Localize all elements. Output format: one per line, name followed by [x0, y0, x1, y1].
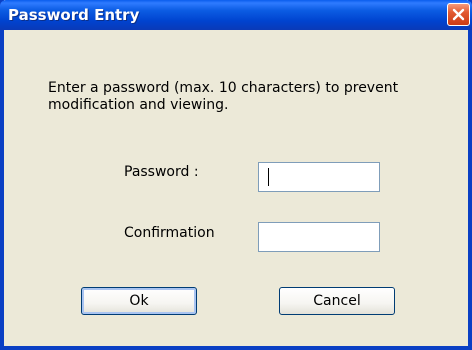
cancel-button[interactable]: Cancel — [279, 287, 395, 315]
dialog-title: Password Entry — [8, 6, 140, 24]
instruction-text: Enter a password (max. 10 characters) to… — [48, 80, 399, 113]
ok-button[interactable]: Ok — [81, 287, 197, 315]
close-icon — [452, 8, 465, 21]
text-caret — [268, 168, 269, 186]
password-label: Password : — [124, 164, 199, 180]
confirmation-label: Confirmation — [124, 225, 215, 241]
password-field[interactable] — [258, 162, 380, 192]
password-entry-dialog: Password Entry Enter a password (max. 10… — [0, 0, 472, 350]
confirmation-field[interactable] — [258, 222, 380, 252]
close-button[interactable] — [447, 3, 470, 26]
title-bar[interactable]: Password Entry — [0, 0, 472, 30]
